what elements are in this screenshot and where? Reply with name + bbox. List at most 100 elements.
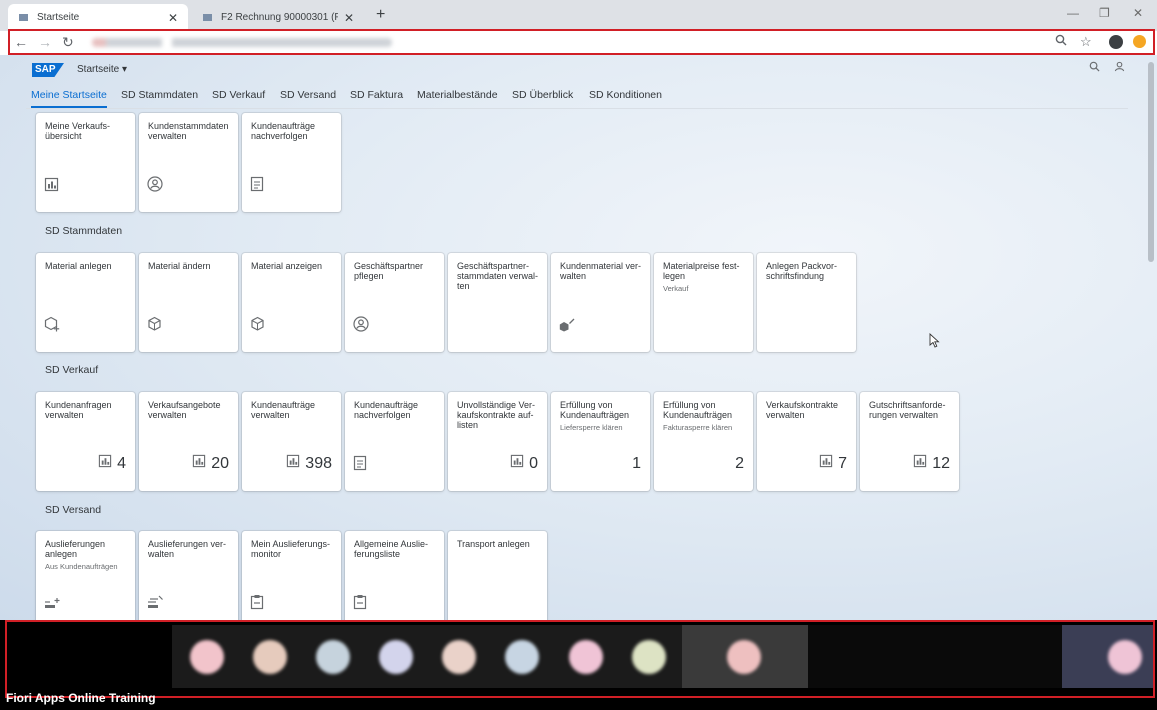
tile-subtitle: Liefersperre klären — [560, 423, 623, 432]
tile-unvollstaendige-verkaufskontrakte[interactable]: Unvollständige Ver- kaufskontrakte auf- … — [448, 392, 547, 491]
tile-kundenauftraege-nachverfolgen-verkauf[interactable]: Kundenaufträge nachverfolgen — [345, 392, 444, 491]
anchor-sd-faktura[interactable]: SD Faktura — [350, 89, 403, 101]
tile-gutschriftsanforderungen-verwalten[interactable]: Gutschriftsanforde- rungen verwalten 12 — [860, 392, 959, 491]
tile-allgemeine-auslieferungsliste[interactable]: Allgemeine Auslie- ferungsliste — [345, 531, 444, 620]
page-scrollbar[interactable] — [1148, 62, 1154, 262]
group-title-sd-versand: SD Versand — [45, 504, 102, 516]
tile-material-aendern[interactable]: Material ändern — [139, 253, 238, 352]
report-icon — [98, 454, 112, 471]
tile-erfuellung-fakturasperre[interactable]: Erfüllung von Kundenaufträgen Fakturaspe… — [654, 392, 753, 491]
new-tab-button[interactable]: + — [376, 6, 385, 24]
tile-title: Kundenaufträge nachverfolgen — [354, 400, 419, 420]
anchor-navigation-bar: Meine Startseite SD Stammdaten SD Verkau… — [26, 83, 1128, 109]
tab-title: Startseite — [37, 12, 80, 23]
tile-kundenanfragen-verwalten[interactable]: Kundenanfragen verwalten 4 — [36, 392, 135, 491]
browser-tab-startseite[interactable]: Startseite ✕ — [8, 4, 188, 31]
tile-materialpreise-festlegen[interactable]: Materialpreise fest- legen Verkauf — [654, 253, 753, 352]
customer-icon — [353, 316, 369, 336]
delivery-icon — [147, 595, 164, 614]
tile-subtitle: Aus Kundenaufträgen — [45, 562, 118, 571]
tile-kundenstammdaten-verwalten[interactable]: Kundenstammdaten verwalten — [139, 113, 238, 212]
close-tab-icon[interactable]: ✕ — [168, 11, 178, 25]
close-tab-icon[interactable]: ✕ — [344, 11, 354, 25]
tile-transport-anlegen[interactable]: Transport anlegen — [448, 531, 547, 620]
tile-title: Verkaufsangebote verwalten — [148, 400, 221, 420]
tile-count: 0 — [529, 455, 538, 472]
tile-count: 4 — [117, 455, 126, 472]
report-icon — [819, 454, 833, 471]
anchor-meine-startseite[interactable]: Meine Startseite — [31, 89, 107, 108]
group-title-sd-stammdaten: SD Stammdaten — [45, 225, 123, 237]
tile-title: Erfüllung von Kundenaufträgen — [560, 400, 630, 420]
tile-material-anlegen[interactable]: Material anlegen — [36, 253, 135, 352]
anchor-sd-stammdaten[interactable]: SD Stammdaten — [121, 89, 198, 101]
minimize-window-icon[interactable]: — — [1067, 6, 1079, 20]
group-title-sd-verkauf: SD Verkauf — [45, 364, 99, 376]
tile-material-anzeigen[interactable]: Material anzeigen — [242, 253, 341, 352]
customer-material-icon — [559, 318, 575, 336]
tile-geschaeftspartnerstammdaten-verwalten[interactable]: Geschäftspartner- stammdaten verwal- ten — [448, 253, 547, 352]
tile-anlegen-packvorschriftsfindung[interactable]: Anlegen Packvor- schriftsfindung — [757, 253, 856, 352]
tile-count: 12 — [932, 455, 950, 472]
page-favicon-icon — [18, 12, 29, 23]
tile-count: 1 — [632, 455, 641, 472]
document-icon — [250, 176, 264, 196]
delivery-add-icon — [44, 596, 61, 614]
anchor-sd-verkauf[interactable]: SD Verkauf — [212, 89, 265, 101]
tile-title: Mein Auslieferungs- monitor — [251, 539, 331, 559]
tile-title: Meine Verkaufs- übersicht — [45, 121, 111, 141]
shell-bar: SAP Startseite ▾ — [0, 55, 1157, 83]
tile-title: Kundenanfragen verwalten — [45, 400, 112, 420]
tile-subtitle: Verkauf — [663, 284, 689, 293]
tile-title: Transport anlegen — [457, 539, 530, 549]
document-icon — [353, 455, 367, 475]
tile-verkaufsangebote-verwalten[interactable]: Verkaufsangebote verwalten 20 — [139, 392, 238, 491]
anchor-sd-versand[interactable]: SD Versand — [280, 89, 336, 101]
tile-title: Kundenstammdaten verwalten — [148, 121, 229, 141]
tile-auslieferungen-verwalten[interactable]: Auslieferungen ver- walten — [139, 531, 238, 620]
tile-title: Anlegen Packvor- schriftsfindung — [766, 261, 838, 281]
tile-title: Gutschriftsanforde- rungen verwalten — [869, 400, 946, 420]
tile-title: Material anlegen — [45, 261, 112, 271]
clipboard-icon — [250, 594, 264, 614]
tile-subtitle: Fakturasperre klären — [663, 423, 733, 432]
tile-kundenauftraege-verwalten[interactable]: Kundenaufträge verwalten 398 — [242, 392, 341, 491]
browser-tab-rechnung[interactable]: F2 Rechnung 90000301 (F2) Änd ✕ — [192, 4, 364, 31]
tile-title: Kundenaufträge verwalten — [251, 400, 316, 420]
tile-title: Unvollständige Ver- kaufskontrakte auf- … — [457, 400, 536, 430]
close-window-icon[interactable]: ✕ — [1133, 6, 1143, 20]
user-icon[interactable] — [1114, 61, 1125, 75]
anchor-sd-ueberblick[interactable]: SD Überblick — [512, 89, 573, 101]
home-title-menu[interactable]: Startseite ▾ — [77, 64, 127, 75]
highlight-outline — [8, 29, 1155, 55]
tile-title: Verkaufskontrakte verwalten — [766, 400, 839, 420]
clipboard-icon — [353, 594, 367, 614]
anchor-sd-konditionen[interactable]: SD Konditionen — [589, 89, 662, 101]
mouse-cursor-icon — [929, 332, 940, 353]
tile-geschaeftspartner-pflegen[interactable]: Geschäftspartner pflegen — [345, 253, 444, 352]
tile-title: Kundenaufträge nachverfolgen — [251, 121, 316, 141]
report-icon — [510, 454, 524, 471]
tile-kundenauftraege-nachverfolgen[interactable]: Kundenaufträge nachverfolgen — [242, 113, 341, 212]
tile-count: 7 — [838, 455, 847, 472]
tile-count: 20 — [211, 455, 229, 472]
tile-title: Material ändern — [148, 261, 211, 271]
tile-kundenmaterial-verwalten[interactable]: Kundenmaterial ver- walten — [551, 253, 650, 352]
tile-verkaufskontrakte-verwalten[interactable]: Verkaufskontrakte verwalten 7 — [757, 392, 856, 491]
customer-icon — [147, 176, 163, 196]
tile-title: Auslieferungen anlegen — [45, 539, 106, 559]
report-icon — [913, 454, 927, 471]
training-label: Fiori Apps Online Training — [6, 691, 156, 705]
tile-title: Allgemeine Auslie- ferungsliste — [354, 539, 429, 559]
tile-meine-verkaufsuebersicht[interactable]: Meine Verkaufs- übersicht — [36, 113, 135, 212]
anchor-materialbestaende[interactable]: Materialbestände — [417, 89, 498, 101]
sap-logo[interactable]: SAP — [32, 63, 64, 77]
tile-erfuellung-liefersperre[interactable]: Erfüllung von Kundenaufträgen Liefersper… — [551, 392, 650, 491]
restore-window-icon[interactable]: ❐ — [1099, 6, 1110, 20]
material-icon — [147, 316, 162, 336]
tile-title: Geschäftspartner- stammdaten verwal- ten — [457, 261, 539, 291]
tile-auslieferungen-anlegen[interactable]: Auslieferungen anlegen Aus Kundenaufträg… — [36, 531, 135, 620]
search-icon[interactable] — [1089, 61, 1100, 75]
tile-title: Geschäftspartner pflegen — [354, 261, 424, 281]
tile-mein-auslieferungsmonitor[interactable]: Mein Auslieferungs- monitor — [242, 531, 341, 620]
